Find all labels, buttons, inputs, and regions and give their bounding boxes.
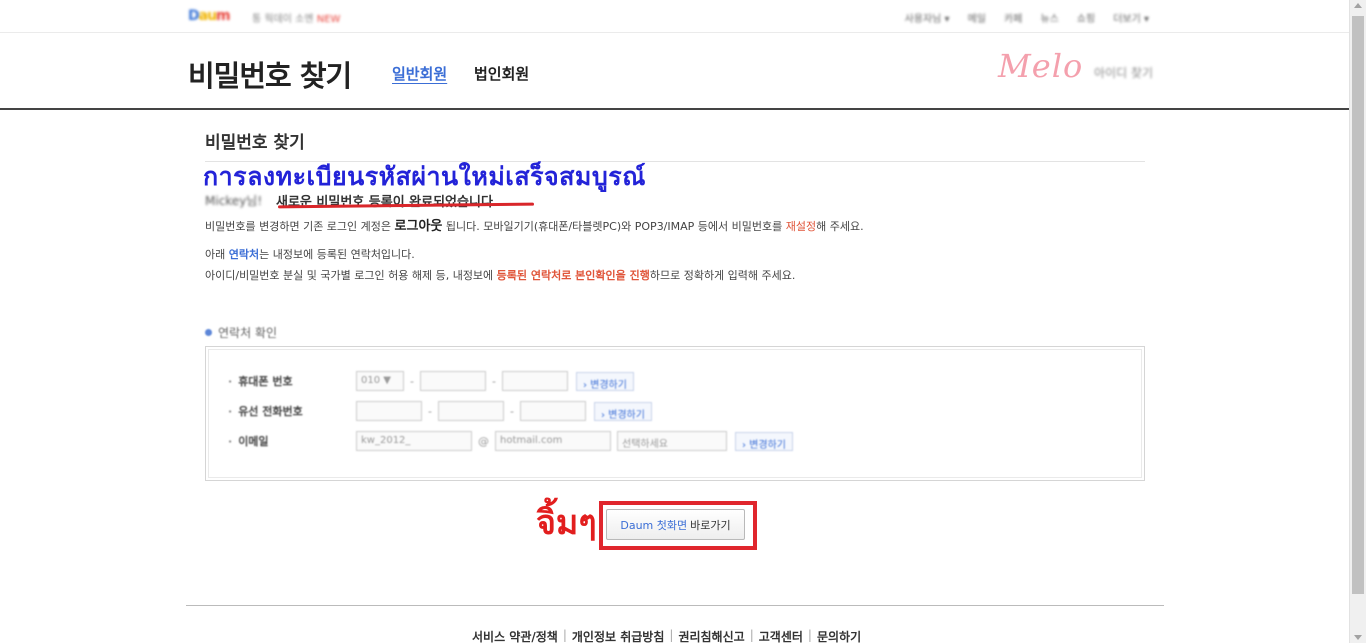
contact-heading-text: 연락처 확인: [218, 326, 278, 340]
tab-general-member[interactable]: 일반회원: [392, 63, 447, 84]
reset-emphasis: 재설정: [785, 220, 817, 233]
logo-letter-d: D: [188, 8, 200, 24]
footer-link-privacy[interactable]: 개인정보 취급방침: [572, 628, 665, 643]
scroll-down-arrow-icon[interactable]: [1354, 635, 1362, 640]
email-domain-select[interactable]: 선택하세요: [617, 431, 727, 451]
logout-emphasis: 로그아웃: [394, 219, 443, 234]
at-sign: @: [478, 434, 489, 448]
footer-link-contact[interactable]: 문의하기: [817, 628, 861, 643]
top-nav-cafe[interactable]: 카페: [1004, 10, 1022, 25]
verification-emphasis: 등록된 연락처로 본인확인을 진행: [496, 269, 650, 282]
phone-prefix-select[interactable]: 010 ▼: [356, 371, 404, 391]
contact-notice: 아래 연락처는 내정보에 등록된 연락처입니다.: [205, 246, 415, 262]
scroll-thumb[interactable]: [1352, 16, 1364, 594]
contact-emphasis: 연락처: [228, 248, 260, 261]
email-label: 이메일: [228, 433, 356, 449]
landline-row: 유선 전화번호 - - › 변경하기: [228, 401, 652, 421]
footer-divider-bar: |: [807, 628, 812, 642]
top-nav-news[interactable]: 뉴스: [1040, 10, 1058, 25]
verification-notice-text-1: 아이디/비밀번호 분실 및 국가별 로그인 허용 해제 등, 내정보에: [205, 269, 497, 282]
dash-separator: -: [491, 374, 496, 388]
change-phone-button[interactable]: › 변경하기: [575, 371, 634, 391]
dash-separator: -: [428, 404, 432, 418]
contact-notice-text-2: 는 내정보에 등록된 연락처입니다.: [259, 248, 415, 261]
email-domain-field[interactable]: hotmail.com: [495, 431, 611, 451]
melo-logo: Melo: [998, 47, 1084, 85]
top-bar: Daum 통 웍데이 소멘 NEW 사용자님 ▾ 메일 카페 뉴스 쇼핑 더보기…: [0, 0, 1349, 33]
landline-area-field[interactable]: [356, 401, 422, 421]
vertical-scrollbar[interactable]: [1349, 0, 1366, 643]
verification-notice: 아이디/비밀번호 분실 및 국가별 로그인 허용 해제 등, 내정보에 등록된 …: [205, 267, 795, 283]
contact-notice-text-1: 아래: [205, 248, 229, 261]
top-left-link-text: 통 웍데이 소멘: [252, 14, 314, 25]
scroll-up-arrow-icon[interactable]: [1354, 3, 1362, 8]
contact-box: 휴대폰 번호 010 ▼ - - › 변경하기 유선 전화번호 - - › 변경…: [205, 346, 1145, 481]
email-id-field[interactable]: kw_2012_: [356, 431, 472, 451]
new-badge: NEW: [316, 14, 341, 25]
find-id-link[interactable]: 아이디 찾기: [1094, 64, 1153, 81]
footer-links: 서비스 약관/정책 | 개인정보 취급방침 | 권리침해신고 | 고객센터 | …: [472, 628, 861, 643]
landline-last-field[interactable]: [519, 401, 586, 421]
footer-link-support[interactable]: 고객센터: [759, 628, 803, 643]
landline-middle-field[interactable]: [437, 401, 504, 421]
logo-letters-au: au: [198, 8, 217, 24]
logout-notice-text-3: 해 주세요.: [816, 220, 864, 233]
change-landline-button[interactable]: › 변경하기: [593, 401, 652, 421]
top-nav: 사용자님 ▾ 메일 카페 뉴스 쇼핑 더보기 ▾: [905, 10, 1149, 25]
page-header: 비밀번호 찾기 일반회원 법인회원 Melo 아이디 찾기: [0, 34, 1349, 110]
dash-separator: -: [410, 374, 414, 388]
section-title: 비밀번호 찾기: [205, 133, 305, 153]
footer-divider: [186, 605, 1164, 606]
logo-letter-m: m: [216, 8, 231, 24]
top-nav-shopping[interactable]: 쇼핑: [1077, 10, 1095, 25]
footer-divider-bar: |: [749, 628, 754, 642]
verification-notice-text-2: 하므로 정확하게 입력해 주세요.: [649, 269, 796, 282]
go-label: 바로가기: [690, 518, 731, 532]
footer-link-rights[interactable]: 권리침해신고: [678, 628, 744, 643]
top-nav-user[interactable]: 사용자님 ▾: [905, 10, 950, 25]
phone-label: 휴대폰 번호: [228, 373, 356, 389]
phone-row: 휴대폰 번호 010 ▼ - - › 변경하기: [228, 371, 634, 391]
footer-link-terms[interactable]: 서비스 약관/정책: [472, 628, 558, 643]
tab-corporate-member[interactable]: 법인회원: [474, 63, 529, 84]
bullet-icon: [205, 329, 212, 336]
footer-divider-bar: |: [562, 628, 567, 642]
logout-notice: 비밀번호를 변경하면 기존 로그인 계정은 로그아웃 됩니다. 모바일기기(휴대…: [205, 215, 864, 234]
daum-logo[interactable]: Daum: [188, 8, 231, 24]
logout-notice-text-2: 됩니다. 모바일기기(휴대폰/타블렛PC)와 POP3/IMAP 등에서 비밀번…: [442, 220, 786, 233]
top-nav-more[interactable]: 더보기 ▾: [1113, 10, 1149, 25]
daum-home-label: Daum 첫화면: [620, 518, 688, 532]
phone-last-field[interactable]: [501, 371, 568, 391]
email-row: 이메일 kw_2012_ @ hotmail.com 선택하세요 › 변경하기: [228, 431, 793, 451]
footer-divider-bar: |: [669, 628, 674, 642]
top-nav-mail[interactable]: 메일: [968, 10, 986, 25]
user-name: Mickey님!: [205, 194, 263, 208]
change-email-button[interactable]: › 변경하기: [735, 431, 793, 451]
dash-separator: -: [509, 404, 514, 418]
contact-heading: 연락처 확인: [205, 324, 277, 341]
page-title: 비밀번호 찾기: [188, 59, 352, 93]
logout-notice-text-1: 비밀번호를 변경하면 기존 로그인 계정은: [205, 220, 395, 233]
daum-home-button[interactable]: Daum 첫화면 바로가기: [606, 509, 745, 540]
top-left-link[interactable]: 통 웍데이 소멘 NEW: [252, 10, 340, 25]
landline-label: 유선 전화번호: [228, 403, 356, 419]
thai-poke-annotation: จิ้มๆ: [536, 503, 597, 543]
phone-middle-field[interactable]: [419, 371, 486, 391]
